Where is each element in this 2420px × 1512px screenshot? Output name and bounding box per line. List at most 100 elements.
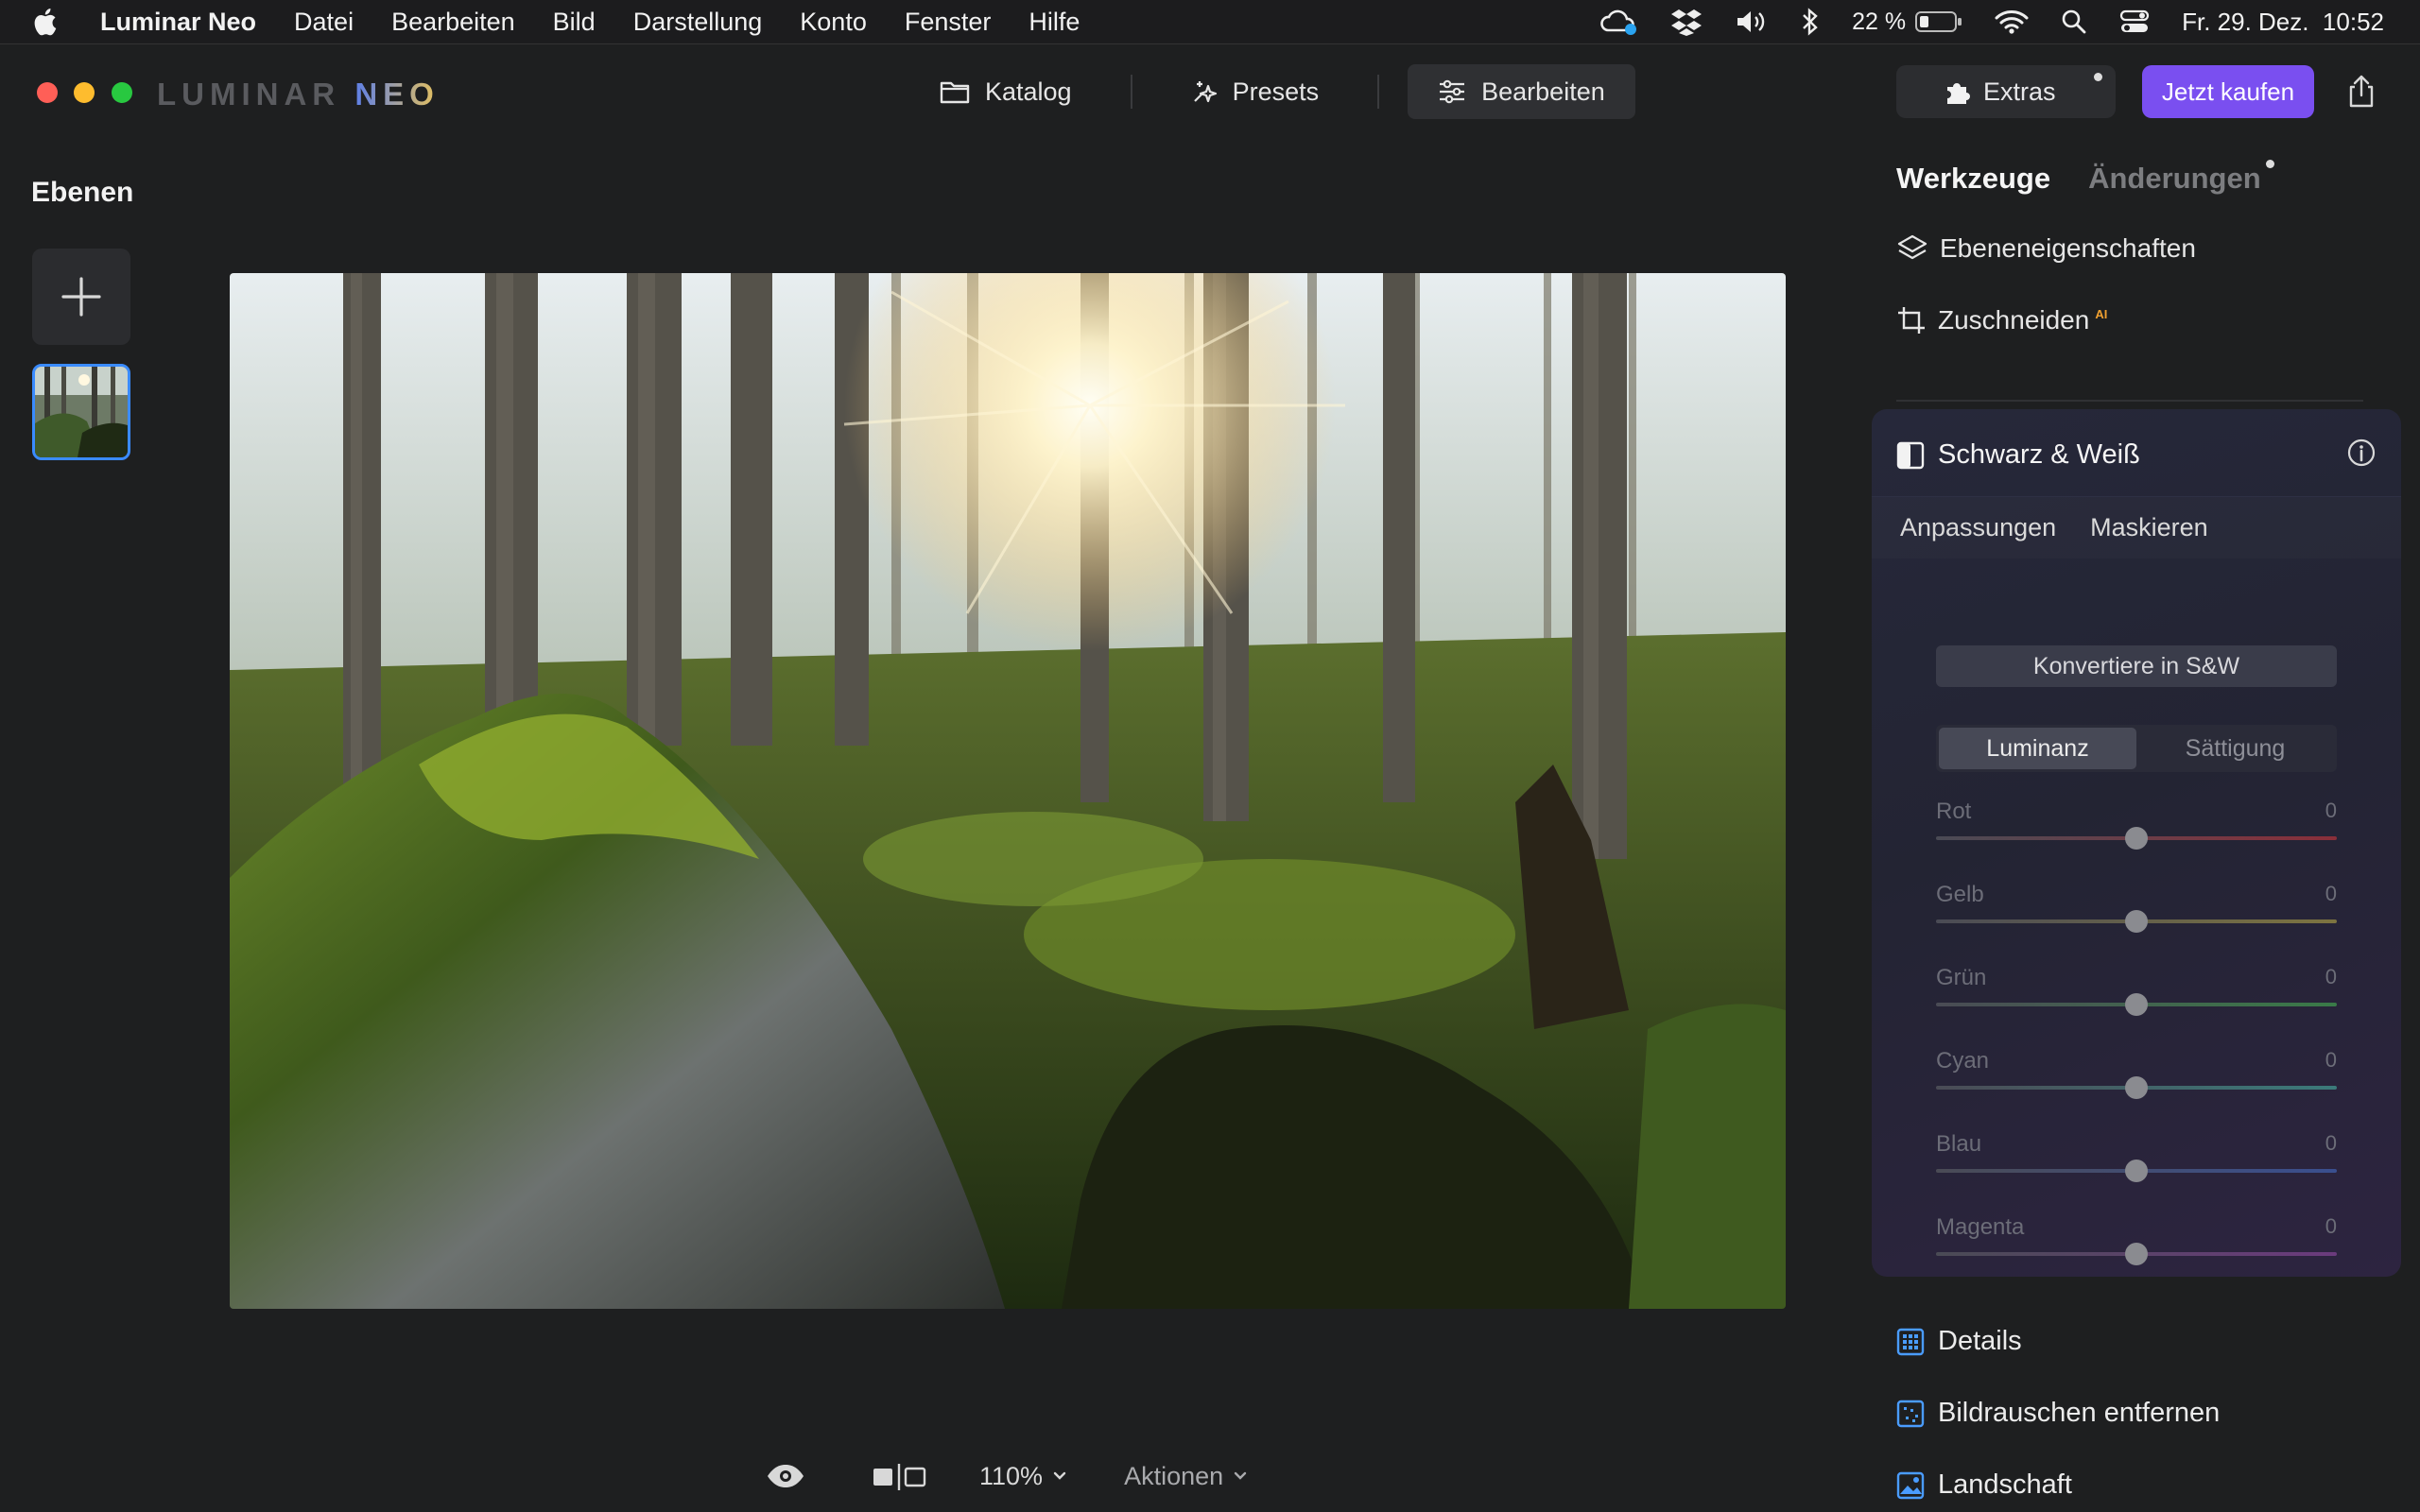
bw-tool-panel: Schwarz & Weiß Anpassungen Maskieren Kon… [1872,409,2401,1277]
layer-thumbnail[interactable] [32,364,130,460]
battery-icon [1915,11,1962,32]
slider-knob[interactable] [2125,1076,2148,1099]
layers-title: Ebenen [31,177,134,208]
mode-presets-label: Presets [1232,77,1320,106]
subtab-maskieren[interactable]: Maskieren [2090,513,2208,542]
panel-divider [1896,400,2363,402]
clock[interactable]: Fr. 29. Dez. 10:52 [2182,8,2384,37]
panel-tabs: Werkzeuge Änderungen [1896,160,2274,196]
slider-knob[interactable] [2125,910,2148,933]
crop-icon [1898,307,1925,334]
slider-label: Gelb [1936,882,1984,907]
extras-label: Extras [1983,77,2056,106]
slider-blau[interactable]: Blau 0 [1936,1131,2337,1182]
compare-split-icon[interactable] [872,1462,926,1490]
photo-canvas[interactable] [230,273,1786,1309]
extras-notification-dot [2094,73,2102,81]
folder-icon [940,81,970,104]
buy-now-button[interactable]: Jetzt kaufen [2142,65,2314,118]
seg-saettigung[interactable]: Sättigung [2136,728,2334,769]
mode-katalog-label: Katalog [985,77,1072,106]
tab-aenderungen[interactable]: Änderungen [2088,160,2274,196]
canvas-toolbar: 110% Aktionen [766,1452,1248,1500]
details-icon [1896,1328,1925,1355]
sliders-icon [1440,79,1465,104]
slider-cyan[interactable]: Cyan 0 [1936,1048,2337,1099]
battery-status[interactable]: 22 % [1852,9,1962,36]
slider-gelb[interactable]: Gelb 0 [1936,882,2337,933]
bw-header[interactable]: Schwarz & Weiß [1896,439,2140,471]
slider-label: Grün [1936,965,1987,990]
slider-magenta[interactable]: Magenta 0 [1936,1214,2337,1265]
slider-knob[interactable] [2125,993,2148,1016]
tool-crop[interactable]: Zuschneiden AI [1896,305,2107,335]
slider-rot[interactable]: Rot 0 [1936,799,2337,850]
convert-bw-button[interactable]: Konvertiere in S&W [1936,645,2337,687]
title-bar: LUMINAR NEO Katalog Presets Bearbeiten E… [0,44,2420,137]
menu-datei[interactable]: Datei [294,8,354,37]
layer-properties-label: Ebeneneigenschaften [1940,233,2196,263]
section-details[interactable]: Details [1896,1326,2022,1357]
luminar-neo-logo: LUMINAR NEO [157,77,440,112]
mode-bearbeiten-label: Bearbeiten [1481,77,1605,106]
menu-fenster[interactable]: Fenster [905,8,992,37]
crop-label: Zuschneiden [1938,305,2090,335]
sparkle-icon [1193,81,1217,103]
menu-bild[interactable]: Bild [553,8,596,37]
slider-value: 0 [2325,1131,2337,1155]
volume-icon[interactable] [1735,9,1769,35]
slider-value: 0 [2325,1214,2337,1238]
seg-luminanz[interactable]: Luminanz [1939,728,2136,769]
menu-bearbeiten[interactable]: Bearbeiten [391,8,515,37]
zoom-dropdown[interactable]: 110% [979,1462,1067,1491]
slider-value: 0 [2325,882,2337,905]
chevron-down-icon [1053,1471,1066,1480]
bw-subtabs: Anpassungen Maskieren [1872,496,2401,558]
slider-gruen[interactable]: Grün 0 [1936,965,2337,1016]
details-label: Details [1938,1326,2022,1356]
slider-knob[interactable] [2125,1243,2148,1265]
section-landscape[interactable]: Landschaft [1896,1469,2072,1501]
control-center-icon[interactable] [2119,9,2150,35]
menu-bar: Luminar Neo Datei Bearbeiten Bild Darste… [0,0,2420,43]
zoom-window-button[interactable] [112,82,132,103]
app-menu[interactable]: Luminar Neo [100,8,256,37]
zoom-value: 110% [979,1461,1044,1490]
menu-darstellung[interactable]: Darstellung [633,8,763,37]
wifi-icon[interactable] [1995,9,2029,35]
denoise-icon [1896,1400,1925,1427]
subtab-anpassungen[interactable]: Anpassungen [1900,513,2056,542]
tab-werkzeuge[interactable]: Werkzeuge [1896,162,2050,196]
app-window: LUMINAR NEO Katalog Presets Bearbeiten E… [0,43,2420,1512]
battery-percent: 22 % [1852,8,1907,35]
mode-separator [1377,75,1380,109]
tool-layer-properties[interactable]: Ebeneneigenschaften [1896,233,2196,264]
bw-title: Schwarz & Weiß [1938,439,2140,470]
menu-konto[interactable]: Konto [800,8,867,37]
mode-presets[interactable]: Presets [1161,64,1350,119]
slider-knob[interactable] [2125,1160,2148,1182]
mode-katalog[interactable]: Katalog [909,64,1102,119]
creative-cloud-icon[interactable] [1599,8,1638,36]
close-window-button[interactable] [37,82,58,103]
spotlight-search-icon[interactable] [2061,9,2087,35]
slider-value: 0 [2325,799,2337,822]
bluetooth-icon[interactable] [1801,8,1820,36]
slider-knob[interactable] [2125,827,2148,850]
slider-value: 0 [2325,1048,2337,1072]
plus-icon [61,277,101,317]
mode-bearbeiten[interactable]: Bearbeiten [1408,64,1635,119]
dropbox-icon[interactable] [1670,8,1703,36]
menu-hilfe[interactable]: Hilfe [1028,8,1080,37]
preview-eye-icon[interactable] [766,1463,805,1489]
actions-label: Aktionen [1124,1461,1224,1490]
extras-button[interactable]: Extras [1896,65,2116,118]
apple-icon[interactable] [34,7,91,37]
add-layer-button[interactable] [32,249,130,345]
minimize-window-button[interactable] [74,82,95,103]
section-denoise[interactable]: Bildrauschen entfernen [1896,1398,2220,1429]
actions-dropdown[interactable]: Aktionen [1124,1462,1248,1491]
share-icon[interactable] [2342,73,2380,111]
info-icon[interactable] [2346,438,2377,472]
mode-switcher: Katalog Presets Bearbeiten [909,63,1635,120]
